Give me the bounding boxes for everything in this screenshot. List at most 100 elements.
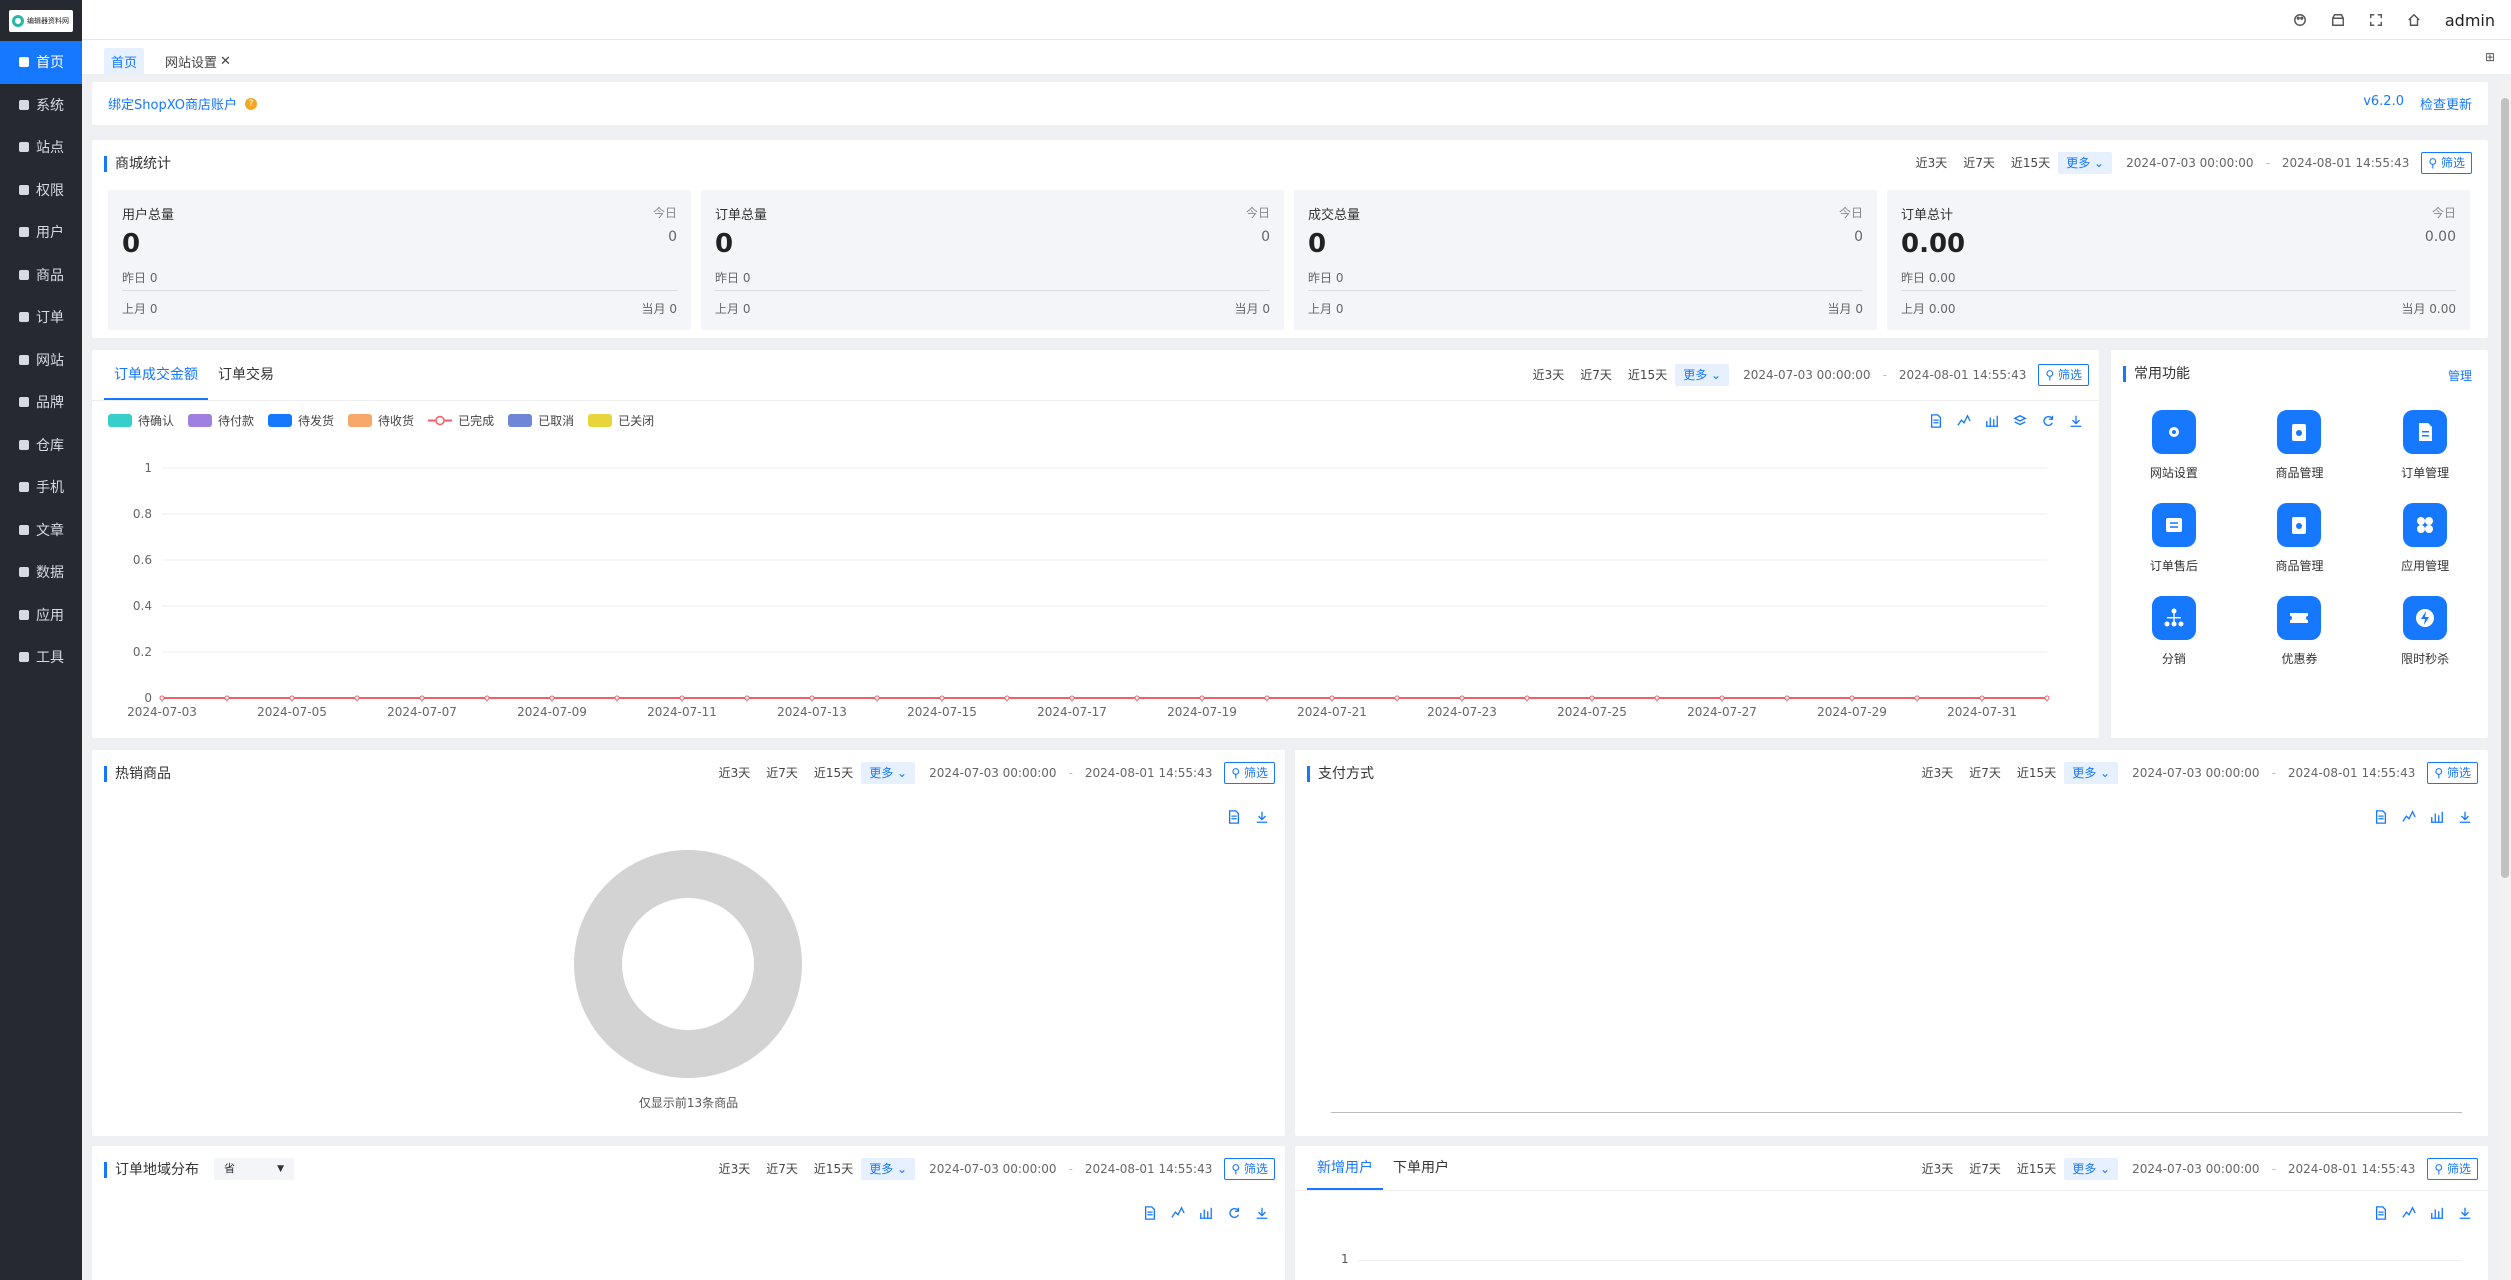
palette-icon[interactable]	[2293, 13, 2307, 27]
sidebar-item-7[interactable]: 网站	[0, 339, 82, 382]
filter-3days[interactable]: 近3天	[711, 1158, 759, 1180]
close-icon[interactable]: ✕	[220, 54, 231, 69]
end-date-input[interactable]: 2024-08-01 14:55:43	[1085, 1162, 1212, 1176]
filter-3days[interactable]: 近3天	[1914, 762, 1962, 784]
filter-7days[interactable]: 近7天	[1961, 1158, 2009, 1180]
sidebar-item-12[interactable]: 数据	[0, 551, 82, 594]
download-icon[interactable]	[2458, 810, 2472, 824]
region-select[interactable]: 省 ▼	[214, 1158, 294, 1180]
refresh-icon[interactable]	[2041, 414, 2055, 428]
tabs-grid-icon[interactable]: ⊞	[2485, 50, 2495, 64]
order-manage-icon[interactable]	[2403, 410, 2448, 454]
quick-item[interactable]: 优惠券	[2237, 596, 2363, 667]
end-date-input[interactable]: 2024-08-01 14:55:43	[2288, 1162, 2415, 1176]
filter-3days[interactable]: 近3天	[1525, 364, 1573, 386]
store-icon[interactable]	[2331, 13, 2345, 27]
logo[interactable]: 编辑器资料网	[0, 0, 82, 41]
filter-15days[interactable]: 近15天	[2009, 762, 2064, 784]
filter-button[interactable]: ⚲ 筛选	[2427, 762, 2478, 784]
quick-item[interactable]: 商品管理	[2237, 410, 2363, 481]
start-date-input[interactable]: 2024-07-03 00:00:00	[929, 1162, 1056, 1176]
scrollbar-thumb[interactable]	[2501, 98, 2509, 878]
quick-item[interactable]: 商品管理	[2237, 503, 2363, 574]
legend-item[interactable]: 已取消	[508, 412, 574, 429]
tab-site-settings[interactable]: 网站设置 ✕	[158, 48, 238, 74]
filter-15days[interactable]: 近15天	[2009, 1158, 2064, 1180]
tab-order-users[interactable]: 下单用户	[1383, 1146, 1459, 1190]
sidebar-item-6[interactable]: 订单	[0, 296, 82, 339]
filter-3days[interactable]: 近3天	[1908, 152, 1956, 174]
filter-more-button[interactable]: 更多 ⌄	[2064, 762, 2119, 784]
bar-chart-icon[interactable]	[2430, 810, 2444, 824]
sidebar-item-11[interactable]: 文章	[0, 509, 82, 552]
end-date-input[interactable]: 2024-08-01 14:55:43	[2288, 766, 2415, 780]
quick-item[interactable]: 订单售后	[2111, 503, 2237, 574]
filter-15days[interactable]: 近15天	[1620, 364, 1675, 386]
goods-manage-icon[interactable]	[2277, 410, 2322, 454]
filter-15days[interactable]: 近15天	[806, 1158, 861, 1180]
filter-more-button[interactable]: 更多 ⌄	[2064, 1158, 2119, 1180]
data-view-icon[interactable]	[1143, 1206, 1157, 1220]
fullscreen-icon[interactable]	[2369, 13, 2383, 27]
end-date-input[interactable]: 2024-08-01 14:55:43	[1899, 368, 2026, 382]
bar-chart-icon[interactable]	[1985, 414, 1999, 428]
quick-item[interactable]: 订单管理	[2362, 410, 2488, 481]
tab-order-amount[interactable]: 订单成交金额	[104, 350, 208, 400]
download-icon[interactable]	[2069, 414, 2083, 428]
filter-button[interactable]: ⚲ 筛选	[2038, 364, 2089, 386]
filter-15days[interactable]: 近15天	[2003, 152, 2058, 174]
filter-more-button[interactable]: 更多 ⌄	[861, 762, 916, 784]
page-scrollbar[interactable]	[2499, 80, 2511, 1280]
end-date-input[interactable]: 2024-08-01 14:55:43	[1085, 766, 1212, 780]
admin-user[interactable]: admin	[2445, 11, 2495, 30]
sidebar-item-9[interactable]: 仓库	[0, 424, 82, 467]
legend-item[interactable]: 待确认	[108, 412, 174, 429]
line-chart-icon[interactable]	[2402, 1206, 2416, 1220]
tab-order-trade[interactable]: 订单交易	[208, 350, 284, 400]
line-chart-icon[interactable]	[1957, 414, 1971, 428]
refresh-icon[interactable]	[1227, 1206, 1241, 1220]
filter-more-button[interactable]: 更多 ⌄	[2058, 152, 2113, 174]
filter-7days[interactable]: 近7天	[758, 762, 806, 784]
end-date-input[interactable]: 2024-08-01 14:55:43	[2282, 156, 2409, 170]
filter-more-button[interactable]: 更多 ⌄	[1675, 364, 1730, 386]
legend-item[interactable]: 已完成	[428, 412, 494, 429]
sidebar-item-8[interactable]: 品牌	[0, 381, 82, 424]
filter-3days[interactable]: 近3天	[711, 762, 759, 784]
data-view-icon[interactable]	[2374, 1206, 2388, 1220]
start-date-input[interactable]: 2024-07-03 00:00:00	[2132, 1162, 2259, 1176]
bar-chart-icon[interactable]	[2430, 1206, 2444, 1220]
manage-link[interactable]: 管理	[2448, 367, 2472, 384]
filter-button[interactable]: ⚲ 筛选	[2421, 152, 2472, 174]
sidebar-item-3[interactable]: 权限	[0, 169, 82, 212]
check-update-link[interactable]: 检查更新	[2420, 94, 2472, 113]
legend-item[interactable]: 已关闭	[588, 412, 654, 429]
filter-7days[interactable]: 近7天	[1572, 364, 1620, 386]
app-manage-icon[interactable]	[2403, 503, 2448, 547]
sidebar-item-5[interactable]: 商品	[0, 254, 82, 297]
filter-7days[interactable]: 近7天	[1955, 152, 2003, 174]
line-chart-icon[interactable]	[2402, 810, 2416, 824]
quick-item[interactable]: 分销	[2111, 596, 2237, 667]
filter-3days[interactable]: 近3天	[1914, 1158, 1962, 1180]
bar-chart-icon[interactable]	[1199, 1206, 1213, 1220]
tab-new-users[interactable]: 新增用户	[1307, 1146, 1383, 1190]
home-icon[interactable]	[2407, 13, 2421, 27]
start-date-input[interactable]: 2024-07-03 00:00:00	[1743, 368, 1870, 382]
sidebar-item-10[interactable]: 手机	[0, 466, 82, 509]
bind-account-link[interactable]: 绑定ShopXO商店账户	[108, 94, 237, 113]
help-icon[interactable]: ?	[245, 97, 258, 110]
data-view-icon[interactable]	[2374, 810, 2388, 824]
site-settings-icon[interactable]	[2151, 410, 2196, 454]
data-view-icon[interactable]	[1929, 414, 1943, 428]
line-chart-icon[interactable]	[1171, 1206, 1185, 1220]
sidebar-item-4[interactable]: 用户	[0, 211, 82, 254]
filter-button[interactable]: ⚲ 筛选	[2427, 1158, 2478, 1180]
legend-item[interactable]: 待付款	[188, 412, 254, 429]
quick-item[interactable]: 限时秒杀	[2362, 596, 2488, 667]
start-date-input[interactable]: 2024-07-03 00:00:00	[2132, 766, 2259, 780]
stack-icon[interactable]	[2013, 414, 2027, 428]
legend-item[interactable]: 待收货	[348, 412, 414, 429]
quick-item[interactable]: 网站设置	[2111, 410, 2237, 481]
filter-15days[interactable]: 近15天	[806, 762, 861, 784]
